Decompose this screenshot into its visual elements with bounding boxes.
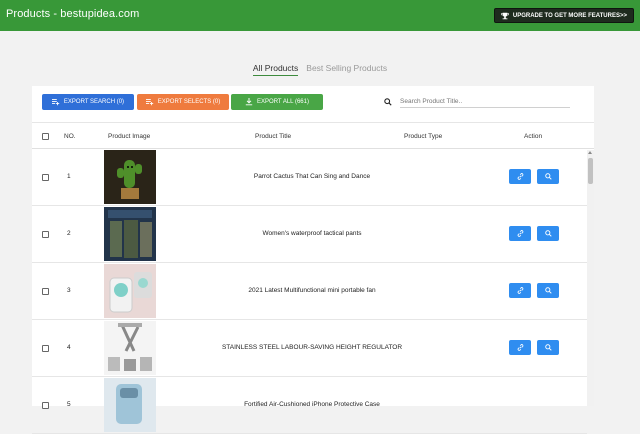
table-header: NO. Product Image Product Title Product … (32, 122, 594, 149)
tab-best-selling[interactable]: Best Selling Products (306, 63, 387, 76)
link-icon (517, 344, 523, 351)
header-image: Product Image (108, 133, 151, 140)
product-title: Women's waterproof tactical pants (262, 230, 362, 237)
product-image (104, 264, 156, 318)
search-icon (384, 98, 392, 106)
view-button[interactable] (537, 283, 559, 298)
link-button[interactable] (509, 283, 531, 298)
link-icon (517, 230, 523, 237)
search-icon (544, 173, 552, 180)
scrollbar-thumb[interactable] (588, 158, 593, 184)
product-tabs: All Products Best Selling Products (0, 63, 640, 76)
list-add-icon (51, 99, 60, 106)
table-row: 3 2021 Latest Multifunctional mini porta… (32, 263, 587, 320)
link-button[interactable] (509, 226, 531, 241)
search-icon (544, 287, 552, 294)
row-checkbox[interactable] (42, 345, 49, 352)
export-selects-label: EXPORT SELECTS (0) (157, 99, 221, 105)
list-add-icon (145, 99, 153, 106)
row-checkbox[interactable] (42, 231, 49, 238)
export-search-label: EXPORT SEARCH (0) (63, 99, 125, 105)
view-button[interactable] (537, 169, 559, 184)
table-row: 2 Women's waterproof tactical pants (32, 206, 587, 263)
export-all-button[interactable]: EXPORT ALL (661) (231, 94, 323, 110)
row-number: 2 (67, 230, 71, 237)
link-button[interactable] (509, 169, 531, 184)
scroll-up-arrow[interactable] (588, 151, 592, 154)
view-button[interactable] (537, 340, 559, 355)
select-all-checkbox[interactable] (42, 133, 49, 140)
header-action: Action (524, 133, 543, 140)
product-image (104, 207, 156, 261)
view-button[interactable] (537, 226, 559, 241)
header-title: Product Title (255, 133, 292, 140)
page-title: Products - bestupidea.com (6, 8, 140, 20)
download-icon (245, 98, 253, 106)
row-number: 5 (67, 401, 71, 408)
tab-all-products[interactable]: All Products (252, 63, 299, 76)
trophy-icon (500, 12, 509, 19)
table-row: 4 STAINLESS STEEL LABOUR-SAVING HEIGHT R… (32, 320, 587, 377)
table-row: 1 Parrot Cactus That Can Sing and Dance (32, 149, 587, 206)
export-all-label: EXPORT ALL (661) (257, 99, 309, 105)
search-icon (544, 230, 552, 237)
export-search-button[interactable]: EXPORT SEARCH (0) (42, 94, 134, 110)
product-title: 2021 Latest Multifunctional mini portabl… (248, 287, 376, 294)
product-title: STAINLESS STEEL LABOUR-SAVING HEIGHT REG… (221, 344, 403, 351)
product-image (104, 321, 156, 375)
row-checkbox[interactable] (42, 174, 49, 181)
upgrade-button[interactable]: UPGRADE TO GET MORE FEATURES>> (493, 8, 634, 23)
search-icon (544, 344, 552, 351)
search-input[interactable] (400, 96, 570, 108)
product-title: Parrot Cactus That Can Sing and Dance (253, 173, 371, 180)
export-selects-button[interactable]: EXPORT SELECTS (0) (137, 94, 229, 110)
top-bar: Products - bestupidea.com UPGRADE TO GET… (0, 0, 640, 31)
link-button[interactable] (509, 340, 531, 355)
table-row: 5 Fortified Air-Cushioned iPhone Protect… (32, 377, 587, 434)
row-checkbox[interactable] (42, 402, 49, 409)
header-no: NO. (64, 133, 76, 140)
row-checkbox[interactable] (42, 288, 49, 295)
search-box (384, 96, 570, 108)
row-number: 3 (67, 287, 71, 294)
products-panel: EXPORT SEARCH (0) EXPORT SELECTS (0) EXP… (32, 86, 594, 434)
product-image (104, 150, 156, 204)
product-image (104, 378, 156, 432)
row-number: 4 (67, 344, 71, 351)
table-scrollbar[interactable] (587, 150, 594, 406)
product-title: Fortified Air-Cushioned iPhone Protectiv… (244, 401, 380, 408)
link-icon (517, 287, 523, 294)
header-type: Product Type (404, 133, 443, 140)
link-icon (517, 173, 523, 180)
upgrade-label: UPGRADE TO GET MORE FEATURES>> (512, 12, 627, 19)
row-number: 1 (67, 173, 71, 180)
